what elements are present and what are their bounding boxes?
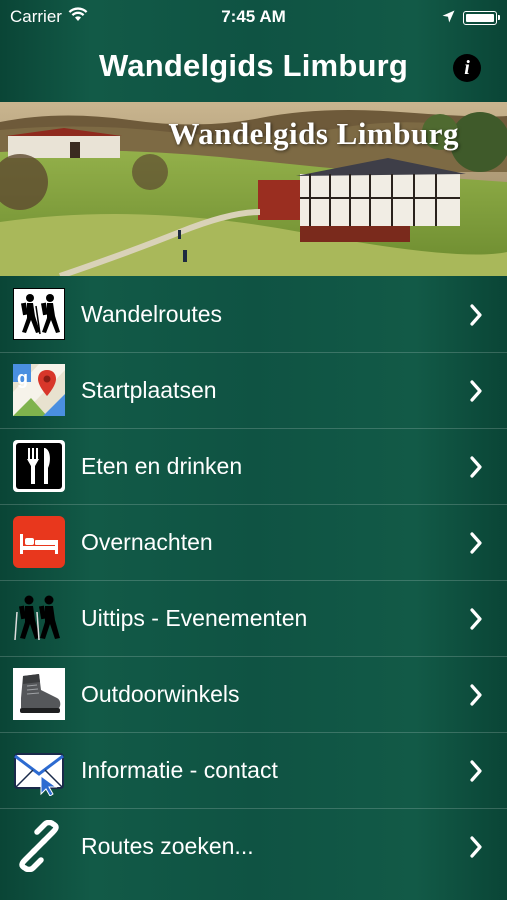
chevron-right-icon bbox=[470, 304, 482, 326]
menu-item-eten-en-drinken[interactable]: Eten en drinken bbox=[0, 429, 507, 505]
menu-item-label: Informatie - contact bbox=[81, 757, 278, 783]
main-menu: Wandelroutes g Startplaatsen Eten en dri… bbox=[0, 277, 507, 884]
boot-icon bbox=[13, 668, 65, 720]
chevron-right-icon bbox=[470, 684, 482, 706]
battery-icon bbox=[463, 11, 500, 25]
menu-item-label: Startplaatsen bbox=[81, 377, 217, 403]
chevron-right-icon bbox=[470, 456, 482, 478]
page-title: Wandelgids Limburg bbox=[99, 48, 408, 83]
chevron-right-icon bbox=[470, 532, 482, 554]
bed-icon bbox=[13, 516, 65, 568]
hikers-icon bbox=[13, 592, 65, 644]
header-banner: Wandelgids Limburg bbox=[0, 102, 507, 276]
fork-knife-icon bbox=[13, 440, 65, 492]
chevron-right-icon bbox=[470, 836, 482, 858]
info-icon[interactable]: i bbox=[453, 54, 481, 82]
menu-item-routes-zoeken[interactable]: Routes zoeken... bbox=[0, 809, 507, 884]
menu-item-overnachten[interactable]: Overnachten bbox=[0, 505, 507, 581]
mail-icon bbox=[13, 744, 65, 796]
chevron-right-icon bbox=[470, 608, 482, 630]
navigation-bar: Wandelgids Limburg i bbox=[0, 34, 507, 102]
menu-item-wandelroutes[interactable]: Wandelroutes bbox=[0, 277, 507, 353]
link-icon bbox=[13, 820, 65, 872]
menu-item-startplaatsen[interactable]: g Startplaatsen bbox=[0, 353, 507, 429]
chevron-right-icon bbox=[470, 380, 482, 402]
menu-item-informatie-contact[interactable]: Informatie - contact bbox=[0, 733, 507, 809]
clock: 7:45 AM bbox=[221, 7, 286, 26]
menu-item-label: Uittips - Evenementen bbox=[81, 605, 308, 631]
chevron-right-icon bbox=[470, 760, 482, 782]
app-screen: Carrier 7:45 AM Wandelgids Limburg i Wan… bbox=[0, 0, 507, 900]
menu-item-label: Outdoorwinkels bbox=[81, 681, 240, 707]
banner-title: Wandelgids Limburg bbox=[168, 116, 459, 151]
status-right bbox=[442, 8, 500, 28]
menu-item-outdoorwinkels[interactable]: Outdoorwinkels bbox=[0, 657, 507, 733]
status-bar: Carrier 7:45 AM bbox=[0, 0, 507, 34]
menu-item-label: Routes zoeken... bbox=[81, 833, 254, 859]
menu-item-label: Wandelroutes bbox=[81, 301, 223, 327]
menu-item-label: Overnachten bbox=[81, 529, 213, 555]
map-pin-icon: g bbox=[13, 364, 65, 416]
menu-item-uittips-evenementen[interactable]: Uittips - Evenementen bbox=[0, 581, 507, 657]
hikers-icon bbox=[13, 288, 65, 340]
svg-text:g: g bbox=[17, 368, 28, 388]
menu-item-label: Eten en drinken bbox=[81, 453, 243, 479]
location-arrow-icon bbox=[442, 8, 455, 28]
